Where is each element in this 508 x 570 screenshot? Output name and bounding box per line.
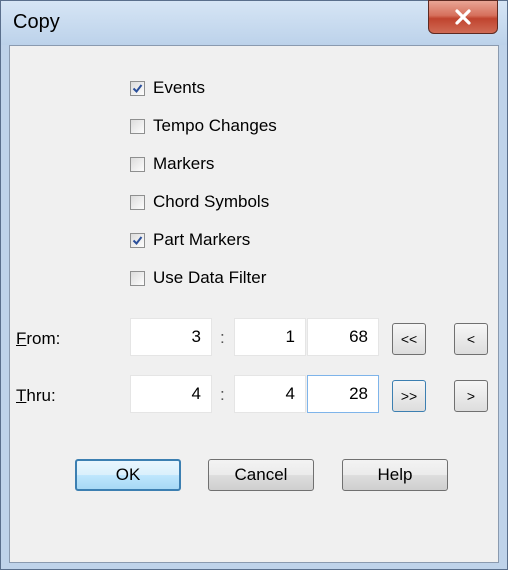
checkmark-icon <box>132 235 143 245</box>
checkbox-box[interactable] <box>130 270 145 286</box>
from-bar-field[interactable]: 3 <box>130 318 212 356</box>
thru-label: Thru: <box>16 386 56 405</box>
checkbox-box[interactable] <box>130 80 145 96</box>
checkbox-part-markers[interactable]: Part Markers <box>130 228 250 252</box>
rewind-button[interactable]: << <box>392 323 426 355</box>
colon: : <box>220 328 225 347</box>
help-button[interactable]: Help <box>342 459 448 491</box>
checkbox-box[interactable] <box>130 118 145 134</box>
checkbox-box[interactable] <box>130 232 145 248</box>
cancel-button[interactable]: Cancel <box>208 459 314 491</box>
checkbox-label: Markers <box>153 154 215 173</box>
from-beat-field[interactable]: 1 <box>234 318 306 356</box>
close-icon <box>455 9 471 25</box>
ok-button[interactable]: OK <box>75 459 181 491</box>
window-title: Copy <box>13 11 60 33</box>
checkbox-label: Events <box>153 78 205 97</box>
checkmark-icon <box>132 83 143 93</box>
checkbox-box[interactable] <box>130 194 145 210</box>
checkbox-use-data-filter[interactable]: Use Data Filter <box>130 266 266 290</box>
checkbox-events[interactable]: Events <box>130 76 205 100</box>
checkbox-markers[interactable]: Markers <box>130 152 214 176</box>
from-tick-field[interactable]: 68 <box>307 318 379 356</box>
title-bar[interactable]: Copy <box>1 0 507 45</box>
dialog-body: Events Tempo Changes Markers Chord Symbols P… <box>9 45 499 563</box>
from-label: From: <box>16 329 61 348</box>
thru-bar-field[interactable]: 4 <box>130 375 212 413</box>
back-button[interactable]: < <box>454 323 488 355</box>
close-button[interactable] <box>428 0 498 34</box>
thru-tick-field[interactable]: 28 <box>307 375 379 413</box>
checkbox-label: Use Data Filter <box>153 268 267 287</box>
checkbox-label: Tempo Changes <box>153 116 277 135</box>
copy-dialog: Copy Events Tempo Changes Markers Chord Sym… <box>0 0 508 570</box>
colon: : <box>220 385 225 404</box>
checkbox-label: Chord Symbols <box>153 192 270 211</box>
thru-beat-field[interactable]: 4 <box>234 375 306 413</box>
forward-end-button[interactable]: >> <box>392 380 426 412</box>
checkbox-box[interactable] <box>130 156 145 172</box>
checkbox-label: Part Markers <box>153 230 251 249</box>
checkbox-chord-symbols[interactable]: Chord Symbols <box>130 190 269 214</box>
checkbox-tempo-changes[interactable]: Tempo Changes <box>130 114 277 138</box>
forward-button[interactable]: > <box>454 380 488 412</box>
